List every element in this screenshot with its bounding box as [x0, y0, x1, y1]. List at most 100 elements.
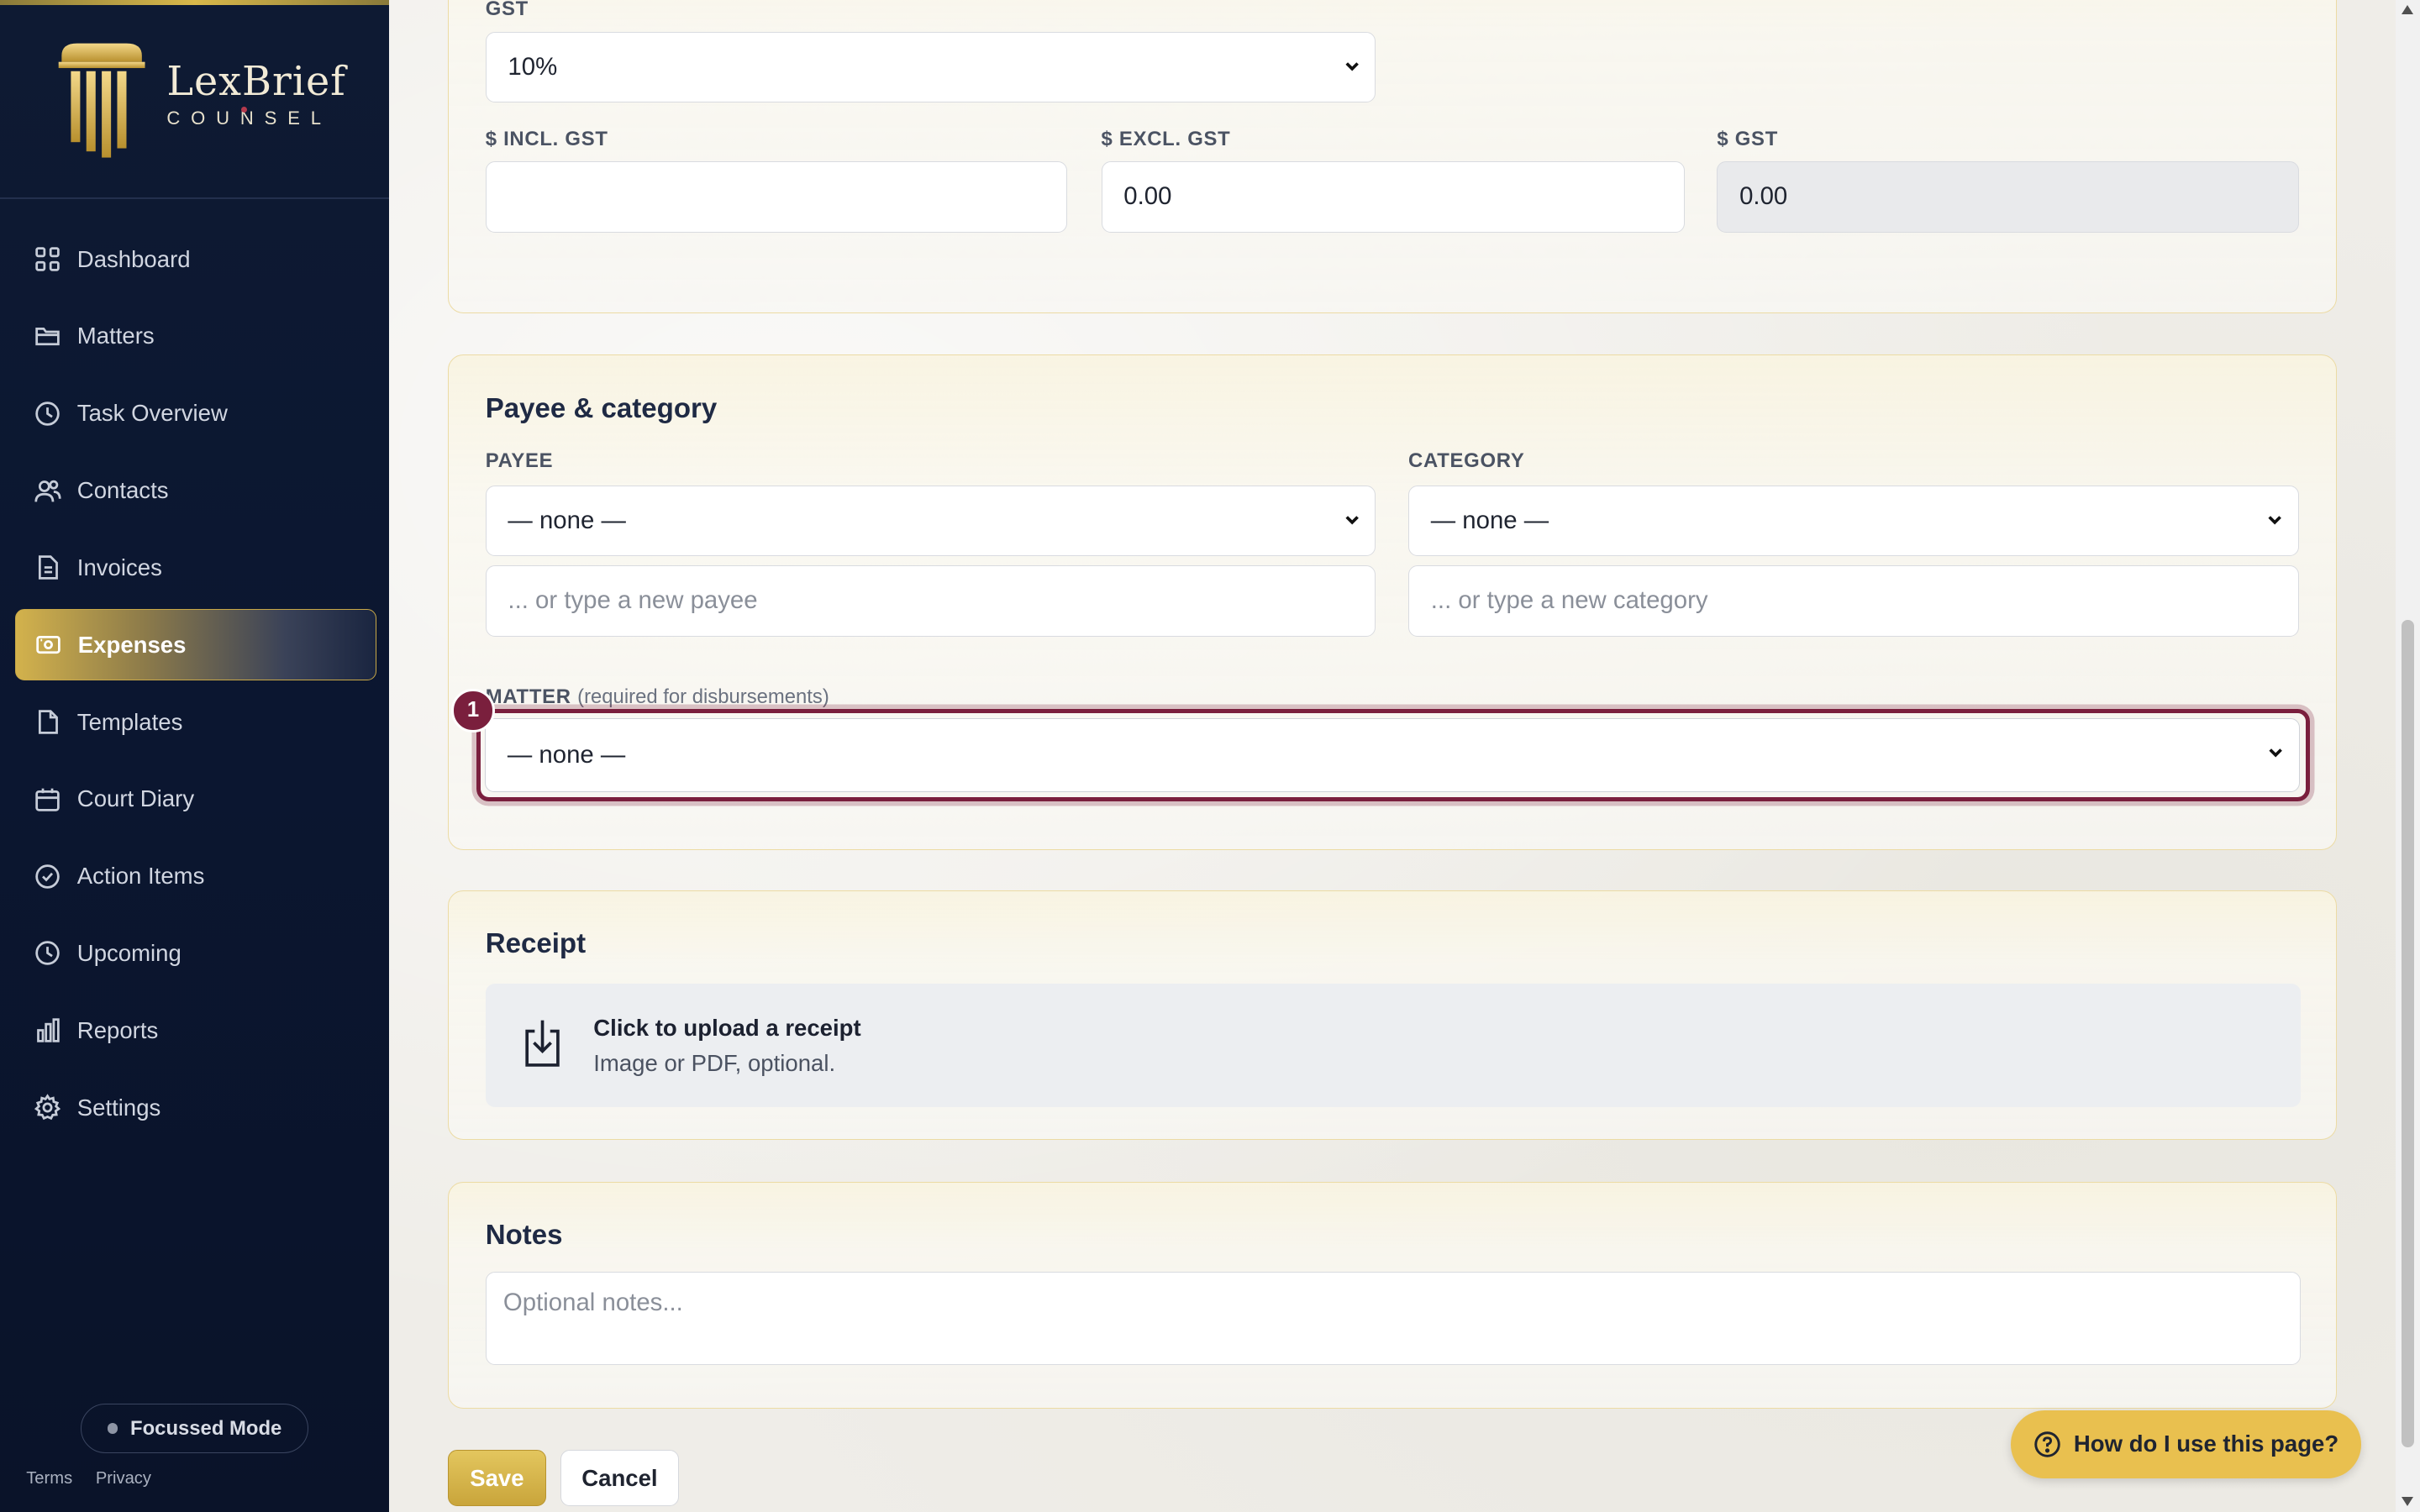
scroll-up-arrow-icon[interactable]: [2401, 4, 2413, 14]
privacy-link[interactable]: Privacy: [96, 1469, 151, 1488]
payee-category-title: Payee & category: [485, 392, 718, 424]
clock-icon: [35, 401, 60, 426]
focussed-mode-toggle[interactable]: Focussed Mode: [80, 1404, 309, 1454]
category-select-value: — none —: [1430, 506, 1549, 534]
sidebar-item-reports[interactable]: Reports: [15, 995, 376, 1066]
chevron-down-icon: [2269, 748, 2283, 758]
payee-label: PAYEE: [485, 449, 554, 473]
payee-select[interactable]: — none —: [485, 485, 1376, 557]
sidebar-item-label: Dashboard: [76, 245, 191, 272]
gst-amount-field: 0.00: [1717, 161, 2299, 233]
sidebar-item-action-items[interactable]: Action Items: [15, 841, 376, 911]
sidebar-nav: Dashboard Matters Task Overview Contacts…: [15, 223, 377, 1149]
check-circle-icon: [35, 864, 60, 889]
chevron-down-icon: [1345, 62, 1359, 71]
gear-icon: [34, 1094, 61, 1121]
new-payee-placeholder: ... or type a new payee: [508, 586, 758, 615]
dashboard-icon: [35, 247, 60, 271]
new-category-placeholder: ... or type a new category: [1430, 586, 1708, 615]
notes-card: Notes Optional notes...: [447, 1181, 2337, 1409]
sidebar-item-expenses[interactable]: Expenses: [15, 609, 377, 680]
matter-hint: (required for disbursements): [577, 685, 829, 709]
gst-select-value: 10%: [508, 52, 558, 81]
receipt-card: Receipt Click to upload a receipt Image …: [447, 890, 2337, 1141]
sidebar-item-templates[interactable]: Templates: [15, 686, 376, 757]
save-button[interactable]: Save: [447, 1450, 547, 1506]
upload-subtitle: Image or PDF, optional.: [593, 1049, 836, 1076]
excl-gst-input[interactable]: 0.00: [1101, 161, 1685, 233]
scroll-thumb[interactable]: [2401, 620, 2414, 1447]
sidebar-item-label: Expenses: [77, 631, 187, 658]
cancel-button[interactable]: Cancel: [560, 1450, 680, 1506]
sidebar-item-contacts[interactable]: Contacts: [15, 455, 376, 526]
sidebar-item-label: Matters: [76, 323, 155, 349]
help-button[interactable]: How do I use this page?: [2011, 1410, 2362, 1478]
step-badge: 1: [451, 689, 495, 732]
sidebar-item-label: Templates: [76, 708, 183, 735]
brand-dot: [240, 106, 247, 113]
new-category-input[interactable]: ... or type a new category: [1408, 565, 2299, 637]
sidebar-item-court-diary[interactable]: Court Diary: [15, 764, 376, 834]
matter-label: MATTER (required for disbursements): [486, 685, 829, 709]
excl-gst-value: 0.00: [1123, 182, 1172, 211]
gst-amount-value: 0.00: [1739, 182, 1788, 211]
gst-label: GST: [485, 0, 529, 21]
sidebar-divider: [0, 197, 389, 199]
gst-select[interactable]: 10%: [485, 31, 1376, 103]
sidebar-item-invoices[interactable]: Invoices: [15, 533, 376, 603]
sidebar-top-accent: [0, 0, 389, 5]
brand: LexBrief COUNSEL: [166, 59, 345, 130]
sidebar-item-matters[interactable]: Matters: [15, 301, 376, 371]
category-label: CATEGORY: [1408, 449, 1525, 473]
sidebar-item-label: Task Overview: [76, 400, 228, 427]
document-icon: [39, 555, 59, 580]
notes-placeholder: Optional notes...: [502, 1288, 683, 1316]
legal-links: Terms Privacy: [26, 1469, 170, 1488]
new-payee-input[interactable]: ... or type a new payee: [485, 565, 1376, 637]
bar-chart-icon: [37, 1018, 60, 1043]
brand-sub: COUNSEL: [166, 108, 332, 129]
incl-gst-label: $ INCL. GST: [485, 127, 608, 150]
main-content: GST 10% $ INCL. GST $ EXCL. GST 0.00 $ G…: [388, 0, 2396, 1512]
calendar-icon: [35, 788, 60, 811]
clock-icon: [35, 941, 60, 966]
sidebar-item-settings[interactable]: Settings: [15, 1072, 376, 1142]
page-scrollbar[interactable]: [2395, 0, 2420, 1512]
sidebar-item-dashboard[interactable]: Dashboard: [15, 223, 376, 294]
receipt-upload[interactable]: Click to upload a receipt Image or PDF, …: [485, 983, 2301, 1107]
focussed-mode-label: Focussed Mode: [130, 1416, 282, 1440]
excl-gst-label: $ EXCL. GST: [1101, 127, 1231, 150]
payee-category-card: Payee & category PAYEE — none — ... or t…: [447, 354, 2337, 851]
sidebar-item-label: Settings: [76, 1094, 161, 1121]
incl-gst-input[interactable]: [485, 161, 1068, 233]
sidebar-item-task-overview[interactable]: Task Overview: [15, 378, 376, 449]
help-label: How do I use this page?: [2073, 1431, 2339, 1457]
matter-label-text: MATTER: [485, 685, 571, 709]
terms-link[interactable]: Terms: [26, 1469, 72, 1488]
sidebar-item-label: Reports: [76, 1016, 159, 1043]
brand-name: LexBrief: [166, 58, 346, 105]
upload-icon: [525, 1021, 560, 1068]
sidebar-item-label: Action Items: [76, 863, 205, 890]
gst-amount-label: $ GST: [1717, 127, 1779, 150]
status-dot: [107, 1423, 118, 1435]
sidebar-item-label: Invoices: [76, 554, 162, 580]
notes-title: Notes: [485, 1219, 563, 1251]
scroll-down-arrow-icon[interactable]: [2401, 1496, 2413, 1506]
users-icon: [34, 480, 61, 501]
upload-title: Click to upload a receipt: [593, 1014, 861, 1041]
notes-textarea[interactable]: Optional notes...: [485, 1272, 2301, 1365]
chevron-down-icon: [1345, 516, 1359, 525]
sidebar-item-upcoming[interactable]: Upcoming: [15, 918, 376, 989]
sidebar: LexBrief COUNSEL Dashboard Matters Task …: [0, 0, 389, 1512]
sidebar-item-label: Contacts: [76, 477, 169, 504]
sidebar-item-label: Upcoming: [76, 940, 182, 966]
wallet-icon: [36, 636, 61, 654]
chevron-down-icon: [2268, 516, 2281, 525]
matter-select[interactable]: — none —: [485, 717, 2301, 792]
matter-highlight: — none —: [476, 709, 2310, 802]
category-select[interactable]: — none —: [1408, 485, 2299, 557]
matter-select-value: — none —: [507, 740, 626, 769]
payee-select-value: — none —: [508, 506, 626, 534]
amounts-card: GST 10% $ INCL. GST $ EXCL. GST 0.00 $ G…: [447, 0, 2337, 313]
